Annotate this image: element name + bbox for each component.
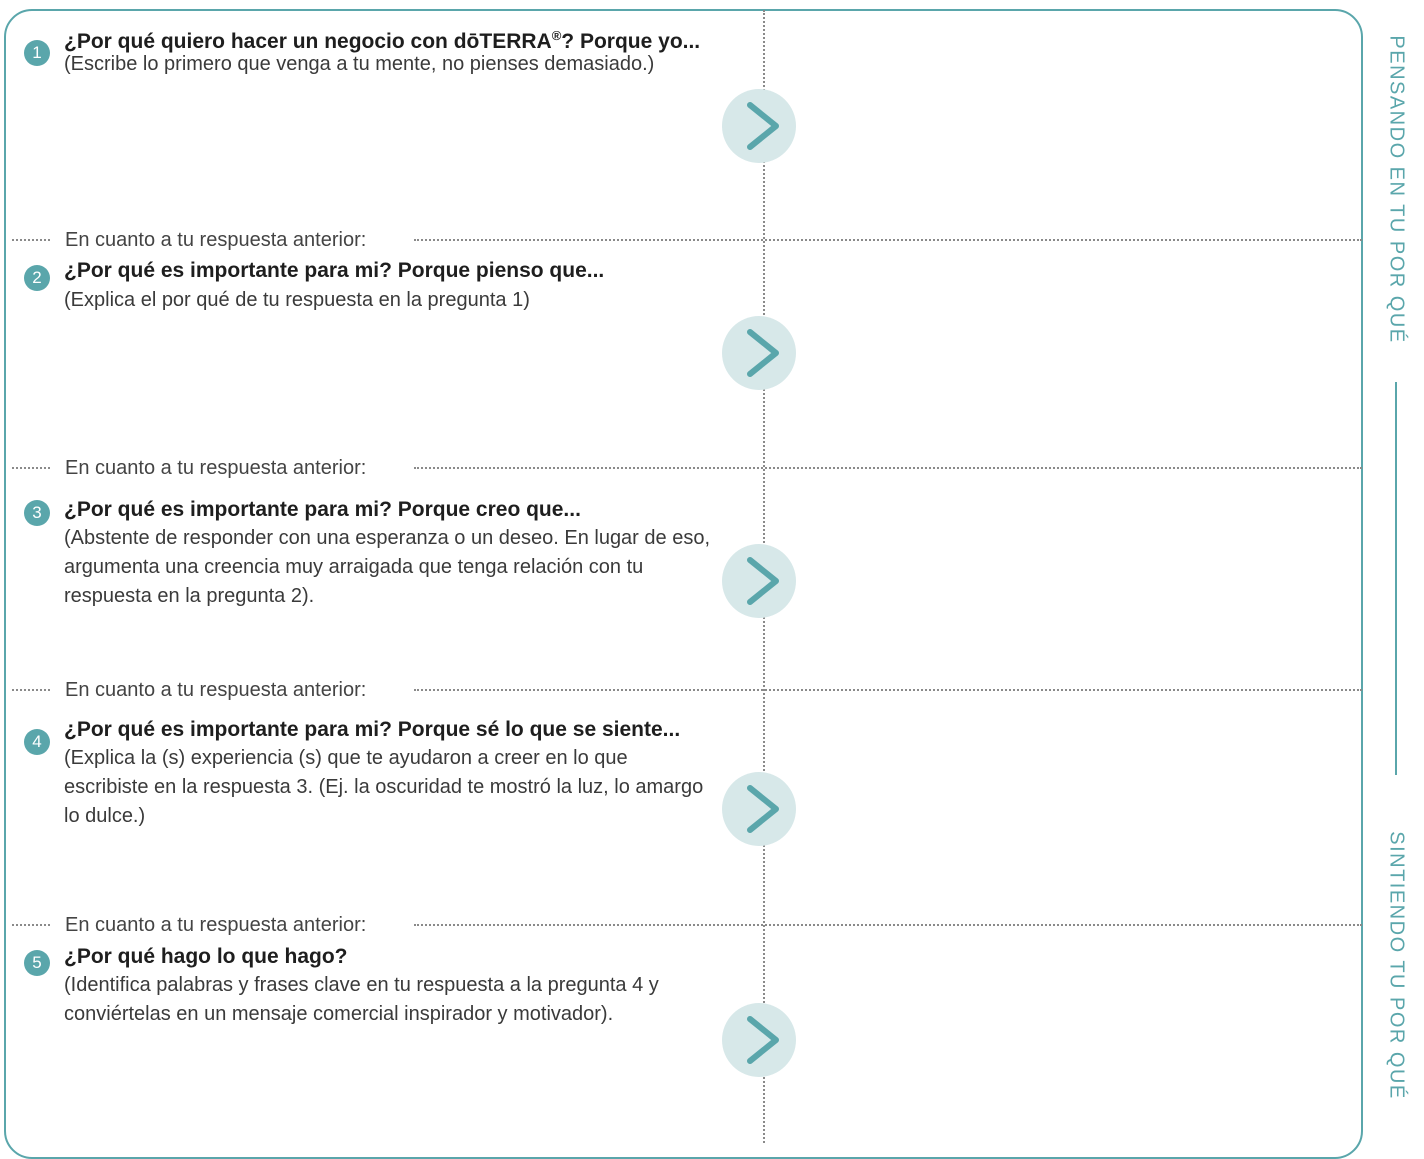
section-label: En cuanto a tu respuesta anterior: xyxy=(65,914,367,936)
question-2-title: ¿Por qué es importante para mi? Porque p… xyxy=(64,259,605,282)
section-separator: En cuanto a tu respuesta anterior: xyxy=(12,913,1362,937)
question-5-number: 5 xyxy=(24,950,50,976)
section-label: En cuanto a tu respuesta anterior: xyxy=(65,229,367,251)
section-label: En cuanto a tu respuesta anterior: xyxy=(65,457,367,479)
chevron-right-icon xyxy=(747,1016,779,1064)
chevron-right-icon xyxy=(747,785,779,833)
answer-2-arrow xyxy=(722,316,796,390)
question-4-hint: (Explica la (s) experiencia (s) que te a… xyxy=(64,747,704,827)
side-label-top: PENSANDO EN TU POR QUÉ xyxy=(1385,35,1408,344)
question-3-title: ¿Por qué es importante para mi? Porque c… xyxy=(64,498,581,521)
question-5-title: ¿Por qué hago lo que hago? xyxy=(64,945,348,968)
side-label-bottom: SINTIENDO TU POR QUÉ xyxy=(1385,831,1408,1100)
question-1-hint: (Escribe lo primero que venga a tu mente… xyxy=(64,53,655,75)
section-separator: En cuanto a tu respuesta anterior: xyxy=(12,678,1362,702)
chevron-right-icon xyxy=(747,102,779,150)
question-2-number: 2 xyxy=(24,265,50,291)
answer-4-arrow xyxy=(722,772,796,846)
question-3-hint: (Abstente de responder con una esperanza… xyxy=(64,527,711,607)
answer-1-arrow xyxy=(722,89,796,163)
section-label: En cuanto a tu respuesta anterior: xyxy=(65,679,367,701)
section-separator: En cuanto a tu respuesta anterior: xyxy=(12,228,1362,252)
question-4-number: 4 xyxy=(24,729,50,755)
question-3-number: 3 xyxy=(24,500,50,526)
chevron-right-icon xyxy=(747,329,779,377)
question-4-title: ¿Por qué es importante para mi? Porque s… xyxy=(64,718,681,741)
registered-mark: ® xyxy=(551,28,562,43)
answer-5-arrow xyxy=(722,1003,796,1077)
question-1-number: 1 xyxy=(24,40,50,66)
question-2-hint: (Explica el por qué de tu respuesta en l… xyxy=(64,289,530,311)
side-label: PENSANDO EN TU POR QUÉ SINTIENDO TU POR … xyxy=(1372,0,1420,1143)
chevron-right-icon xyxy=(747,557,779,605)
answer-3-arrow xyxy=(722,544,796,618)
question-5-hint: (Identifica palabras y frases clave en t… xyxy=(64,974,659,1025)
side-divider-line xyxy=(1395,382,1397,775)
section-separator: En cuanto a tu respuesta anterior: xyxy=(12,456,1362,480)
